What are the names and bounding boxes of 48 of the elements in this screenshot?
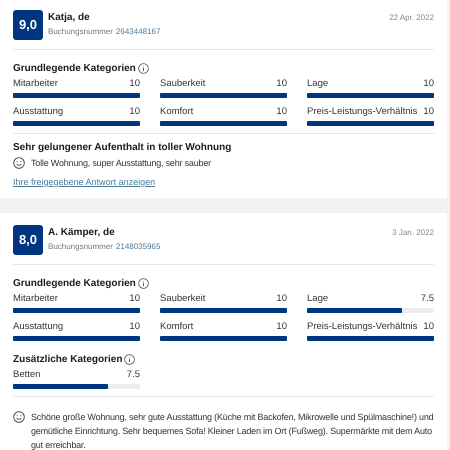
reviewer-name: A. Kämper, de (48, 226, 116, 238)
category-label: Komfort (160, 320, 194, 332)
category-label: Preis-Leistungs-Verhältnis (307, 106, 418, 118)
response-link[interactable]: Ihre freigegebene Antwort anzeigen (13, 176, 156, 190)
review-title: Sehr gelungener Aufenthalt in toller Wohnung (13, 141, 232, 154)
review-date: 3 Jan. 2022 (392, 226, 434, 238)
review-comment: Tolle Wohnung, super Ausstattung, sehr sauber (31, 157, 211, 170)
category-score: 10 (276, 320, 287, 332)
info-icon (124, 354, 136, 364)
category-label: Lage (307, 78, 328, 90)
category-score: 10 (423, 106, 434, 118)
review-date: 22 Apr. 2022 (389, 12, 434, 24)
smiley-icon (13, 410, 25, 422)
category-heading: Grundlegende Kategorien (13, 276, 136, 290)
category-score: 10 (423, 78, 434, 90)
category-label: Sauberkeit (160, 78, 206, 90)
category-label: Mitarbeiter (13, 78, 58, 90)
booking-number: 2643448167 (116, 27, 160, 37)
booking-number: 2148035965 (116, 242, 160, 252)
category-label: Betten (13, 368, 40, 380)
category-label: Preis-Leistungs-Verhältnis (307, 320, 418, 332)
category-label: Ausstattung (13, 320, 64, 332)
booking-label: Buchungsnummer (48, 242, 113, 252)
category-score: 7.5 (420, 292, 434, 304)
category-score: 10 (129, 78, 140, 90)
score-badge: 8,0 (13, 224, 43, 254)
info-icon (138, 278, 149, 288)
reviewer-name: Katja, de (48, 12, 91, 24)
category-score: 10 (276, 292, 287, 304)
category-label: Lage (307, 292, 328, 304)
category-label: Komfort (160, 106, 194, 118)
category-score: 10 (129, 292, 140, 304)
category-heading: Grundlegende Kategorien (13, 62, 136, 76)
score-badge: 9,0 (13, 10, 43, 40)
category-label: Ausstattung (13, 106, 64, 118)
category-score: 10 (423, 320, 434, 332)
booking-label: Buchungsnummer (48, 27, 113, 37)
category-score: 10 (276, 78, 287, 90)
category-score: 10 (276, 106, 287, 118)
category-score: 10 (129, 320, 140, 332)
category-label: Mitarbeiter (13, 292, 58, 304)
info-icon (138, 63, 149, 74)
category-label: Sauberkeit (160, 292, 206, 304)
review-comment: Schöne große Wohnung, sehr gute Ausstattung (Küche mit Backofen, Mikrowelle und Spülmaschine!) und gemütliche Einrichtung. Sehr bequemes Sofa! Kleiner Laden im Ort (Fußweg). Supermärkte mit dem Auto gut erreichbar. (31, 410, 434, 450)
category-score: 7.5 (126, 368, 140, 380)
category-score: 10 (129, 106, 140, 118)
smiley-icon (13, 157, 25, 169)
category-heading: Zusätzliche Kategorien (13, 352, 122, 366)
